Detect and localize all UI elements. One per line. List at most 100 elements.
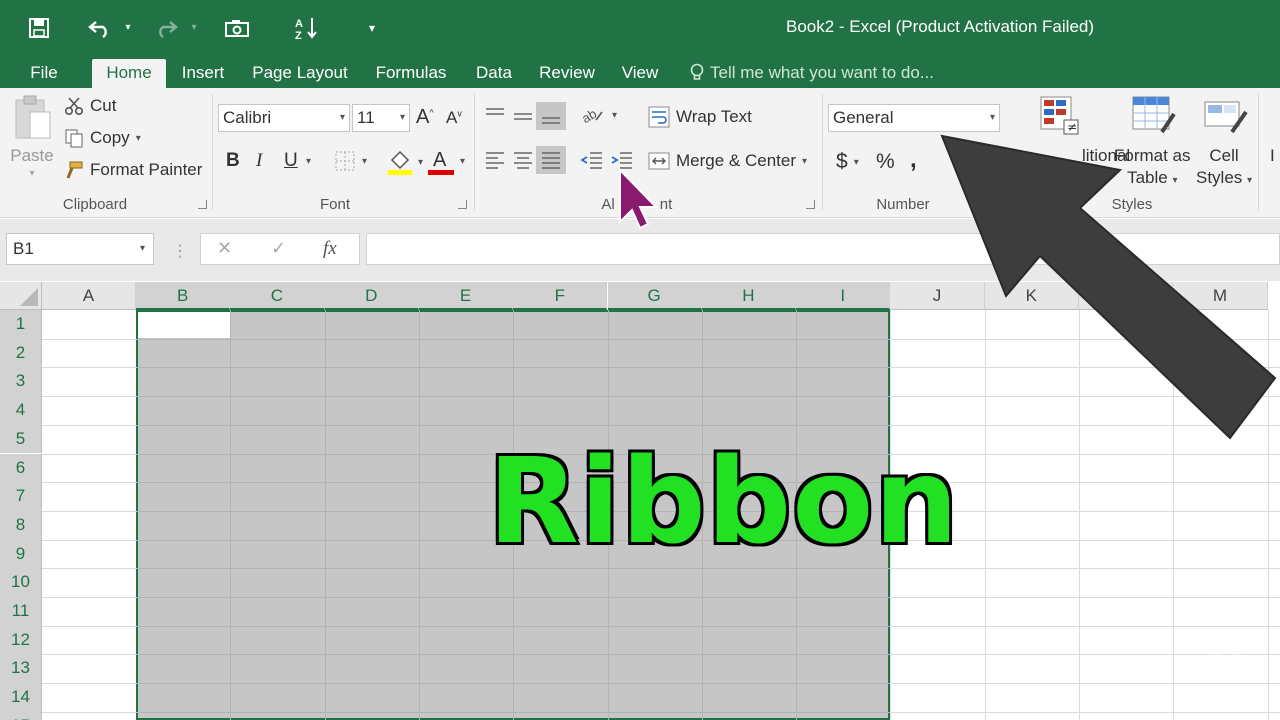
- ribbon-caption: Ribbon: [485, 430, 960, 573]
- column-header-d[interactable]: D: [324, 282, 419, 310]
- title-bar: ▾ ▾ AZ ▾ Book2 - Excel (Product Activati…: [0, 0, 1280, 56]
- row-header-7[interactable]: 7: [0, 482, 42, 511]
- select-all-button[interactable]: [0, 282, 42, 310]
- underline-button[interactable]: U: [284, 150, 298, 172]
- tab-review[interactable]: Review: [532, 59, 602, 88]
- paint-bucket-icon: [388, 150, 412, 175]
- row-header-13[interactable]: 13: [0, 654, 42, 684]
- currency-button[interactable]: $ ▾: [836, 150, 859, 174]
- increase-font-button[interactable]: A^: [416, 106, 434, 129]
- underline-dropdown-icon[interactable]: ▾: [306, 156, 311, 167]
- wrap-text-icon: [648, 106, 670, 128]
- fill-color-button[interactable]: ▾: [388, 148, 423, 176]
- row-header-9[interactable]: 9: [0, 539, 42, 569]
- align-bottom-icon: [542, 117, 560, 124]
- row-header-10[interactable]: 10: [0, 568, 42, 597]
- tab-formulas[interactable]: Formulas: [366, 59, 456, 88]
- tell-me-text: Tell me what you want to do...: [710, 63, 934, 82]
- undo-icon[interactable]: [86, 12, 116, 44]
- borders-button[interactable]: ▾: [334, 150, 367, 172]
- format-painter-button[interactable]: Format Painter: [64, 160, 202, 180]
- row-header-11[interactable]: 11: [0, 597, 42, 626]
- tab-view[interactable]: View: [614, 59, 666, 88]
- column-header-h[interactable]: H: [701, 282, 797, 310]
- name-box[interactable]: B1 ▾: [6, 233, 154, 265]
- clipboard-group-label: Clipboard: [62, 196, 128, 213]
- percent-button[interactable]: %: [876, 150, 895, 174]
- row-header-1[interactable]: 1: [0, 310, 42, 339]
- font-size-select[interactable]: 11 ▾: [352, 104, 410, 132]
- copy-label: Copy: [90, 128, 130, 147]
- column-header-g[interactable]: G: [607, 282, 702, 310]
- align-left-icon: [486, 152, 504, 169]
- row-header-3[interactable]: 3: [0, 367, 42, 397]
- row-header-4[interactable]: 4: [0, 396, 42, 425]
- selection-row-gridline: [136, 424, 890, 426]
- row-header-15[interactable]: 15: [0, 711, 42, 720]
- row-header-12[interactable]: 12: [0, 625, 42, 655]
- window-title: Book2 - Excel (Product Activation Failed…: [785, 17, 1095, 36]
- active-cell[interactable]: [138, 312, 230, 338]
- font-launcher-icon[interactable]: [458, 200, 467, 209]
- selection-column-gridline: [324, 310, 326, 720]
- selection-row-gridline: [136, 597, 890, 598]
- wrap-text-button[interactable]: Wrap Text: [648, 106, 752, 128]
- decrease-indent-button[interactable]: [580, 150, 604, 170]
- enter-icon[interactable]: ✓: [271, 238, 286, 259]
- row-header-8[interactable]: 8: [0, 510, 42, 540]
- clipboard-launcher-icon[interactable]: [198, 200, 207, 209]
- chevron-down-icon: ▾: [989, 112, 995, 123]
- cancel-icon[interactable]: ✕: [217, 238, 232, 259]
- align-top-button[interactable]: [484, 106, 506, 126]
- customize-qat-icon[interactable]: ▾: [362, 12, 382, 44]
- align-bottom-button[interactable]: [536, 102, 566, 130]
- alignment-launcher-icon[interactable]: [806, 200, 815, 209]
- row-header-14[interactable]: 14: [0, 683, 42, 712]
- column-header-f[interactable]: F: [513, 282, 608, 310]
- tab-insert[interactable]: Insert: [172, 59, 234, 88]
- formula-buttons: ✕ ✓ fx: [200, 233, 360, 265]
- selection-row-gridline: [136, 683, 890, 685]
- paste-button[interactable]: Paste ▾: [10, 94, 54, 179]
- row-header-5[interactable]: 5: [0, 424, 42, 454]
- column-header-a[interactable]: A: [42, 282, 136, 310]
- bold-button[interactable]: B: [226, 150, 240, 172]
- align-middle-button[interactable]: [512, 106, 534, 126]
- italic-button[interactable]: I: [256, 150, 262, 172]
- save-icon[interactable]: [24, 12, 54, 44]
- merge-center-button[interactable]: Merge & Center ▾: [648, 150, 807, 172]
- number-format-select[interactable]: General ▾: [828, 104, 1000, 132]
- redo-icon[interactable]: [150, 12, 180, 44]
- column-header-i[interactable]: I: [796, 282, 891, 310]
- number-format-value: General: [833, 108, 894, 127]
- font-name-select[interactable]: Calibri ▾: [218, 104, 350, 132]
- copy-button[interactable]: Copy ▾: [64, 128, 141, 148]
- tell-me-search[interactable]: Tell me what you want to do...: [690, 60, 934, 86]
- mouse-cursor-icon: [619, 167, 659, 230]
- ribbon-tabs: File Home Insert Page Layout Formulas Da…: [0, 56, 1280, 88]
- tab-page-layout[interactable]: Page Layout: [246, 59, 354, 88]
- cut-button[interactable]: Cut: [64, 96, 116, 116]
- undo-dropdown-icon[interactable]: ▾: [118, 12, 138, 44]
- column-header-c[interactable]: C: [230, 282, 325, 310]
- align-right-button[interactable]: [536, 146, 566, 174]
- font-color-button[interactable]: A ▾: [428, 146, 465, 176]
- orientation-button[interactable]: ab ▾: [582, 104, 617, 126]
- column-header-e[interactable]: E: [418, 282, 514, 310]
- tab-home[interactable]: Home: [92, 59, 166, 88]
- insert-function-icon[interactable]: fx: [323, 238, 337, 260]
- row-header-2[interactable]: 2: [0, 338, 42, 368]
- align-top-icon: [486, 108, 504, 115]
- align-center-button[interactable]: [512, 150, 534, 170]
- comma-style-button[interactable]: ,: [910, 146, 917, 174]
- sort-az-icon[interactable]: AZ: [292, 12, 322, 44]
- column-header-b[interactable]: B: [136, 282, 231, 310]
- align-middle-icon: [514, 113, 532, 120]
- row-header-6[interactable]: 6: [0, 453, 42, 483]
- tab-data[interactable]: Data: [468, 59, 520, 88]
- decrease-font-button[interactable]: Av: [446, 108, 462, 128]
- camera-icon[interactable]: [222, 12, 252, 44]
- align-left-button[interactable]: [484, 150, 506, 170]
- tab-file[interactable]: File: [18, 59, 70, 88]
- redo-dropdown-icon[interactable]: ▾: [184, 12, 204, 44]
